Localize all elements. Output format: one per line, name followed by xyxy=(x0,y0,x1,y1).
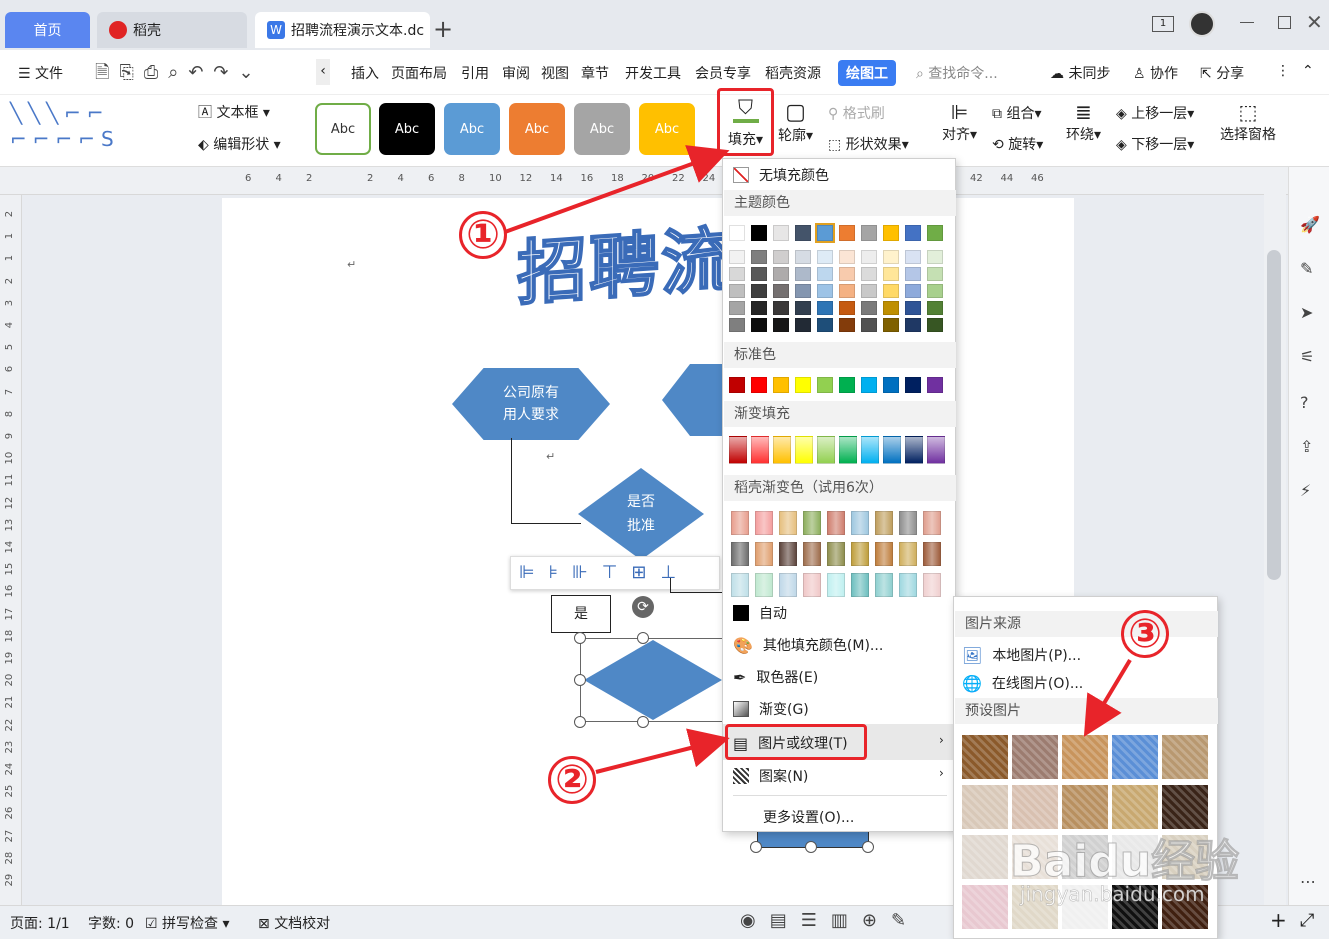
callout-3: ③ xyxy=(1121,610,1169,658)
annotation-arrows xyxy=(504,145,1132,774)
arrow-1 xyxy=(504,145,730,234)
watermark-url: jingyan.baidu.com xyxy=(1020,882,1205,907)
callout-2: ② xyxy=(548,756,596,804)
watermark-brand: Baidu经验 xyxy=(1009,836,1240,888)
callout-1: ① xyxy=(459,211,507,259)
arrow-3 xyxy=(1083,658,1132,737)
arrow-2 xyxy=(595,728,730,774)
